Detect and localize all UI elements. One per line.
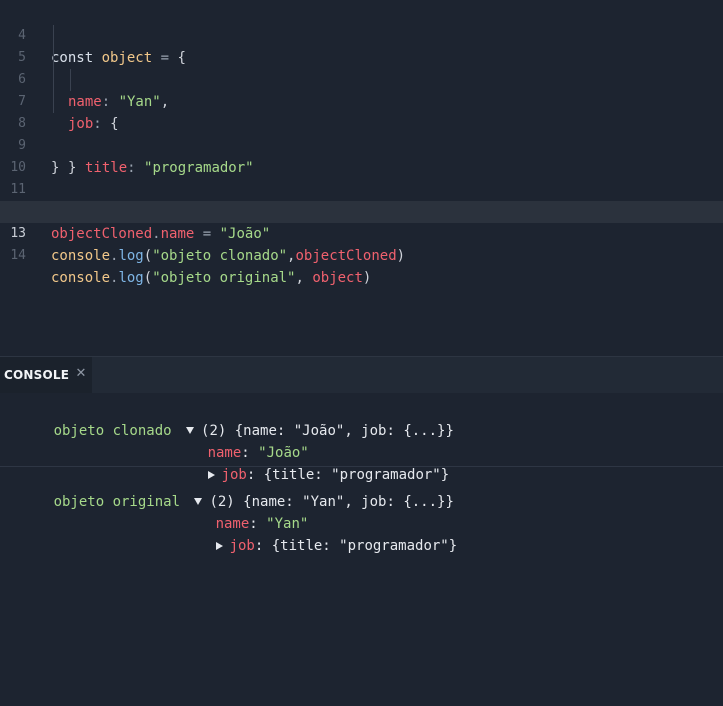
code-editor[interactable]: 4 const object = { 5 name: "Yan", 6 job:… — [0, 0, 723, 356]
code-line-6[interactable]: 6 job: { — [0, 47, 723, 132]
collapse-triangle-icon[interactable] — [215, 542, 223, 550]
code-token: , — [295, 270, 313, 286]
code-line-14[interactable]: 14 console.log("objeto original", object… — [0, 223, 723, 286]
indent-guide — [53, 47, 54, 69]
log-summary-row: objeto original (2) {name: "Yan", job: {… — [3, 469, 454, 510]
indent-guide — [53, 25, 54, 47]
code-token: objectCloned — [295, 248, 397, 264]
code-line-13-active[interactable]: 13 console.log("objeto clonado",objectCl… — [0, 201, 723, 264]
code-content: console.log("objeto clonado",objectClone… — [51, 245, 405, 267]
code-token: console — [51, 248, 111, 264]
console-output: objeto clonado (2) {name: "João", job: {… — [0, 393, 723, 706]
code-token: "objeto original" — [152, 270, 296, 286]
console-tab-label: CONSOLE — [4, 368, 70, 382]
code-token: log — [118, 270, 144, 286]
log-summary-row: objeto clonado (2) {name: "João", job: {… — [3, 398, 454, 439]
code-content: console.log("objeto original", object) — [51, 267, 371, 289]
code-line-9[interactable]: 9 } — [0, 113, 723, 176]
code-token: "objeto clonado" — [152, 248, 288, 264]
code-line-5[interactable]: 5 name: "Yan", — [0, 25, 723, 110]
log-label: objeto clonado — [53, 423, 172, 439]
log-label: objeto original — [53, 494, 181, 510]
code-token: ) — [396, 248, 406, 264]
code-token: ( — [143, 248, 153, 264]
code-token: log — [118, 248, 144, 264]
code-token: console — [51, 270, 111, 286]
indent-guide — [53, 91, 54, 113]
code-line-11[interactable]: 11 const objectCloned = {...object} — [0, 157, 723, 220]
object-property-name: name: "Yan" — [215, 516, 309, 532]
property-value: {title: "programador"} — [271, 538, 458, 554]
code-token: object — [312, 270, 363, 286]
code-line-7[interactable]: 7 title: "programador" — [0, 69, 723, 176]
code-token: ) — [362, 270, 372, 286]
console-panel-header: CONSOLE ✕ — [0, 356, 723, 394]
code-line-8[interactable]: 8 } — [0, 91, 723, 176]
property-key: job — [229, 538, 255, 554]
line-number: 14 — [10, 248, 26, 263]
code-line-10[interactable]: 10 — [0, 135, 723, 175]
code-line-12[interactable]: 12 objectCloned.name = "João" — [0, 179, 723, 242]
indent-guide — [53, 69, 54, 91]
log-divider — [0, 466, 723, 467]
object-property-job[interactable]: job: {title: "programador"} — [165, 513, 457, 554]
tab-console[interactable]: CONSOLE ✕ — [0, 357, 92, 394]
indent-guide — [70, 69, 71, 91]
object-property-job[interactable]: job: {title: "programador"} — [157, 442, 449, 483]
code-line-4[interactable]: 4 const object = { — [0, 3, 723, 66]
close-icon[interactable]: ✕ — [74, 366, 88, 382]
object-property-name: name: "João" — [207, 445, 309, 461]
code-token: ( — [143, 270, 153, 286]
